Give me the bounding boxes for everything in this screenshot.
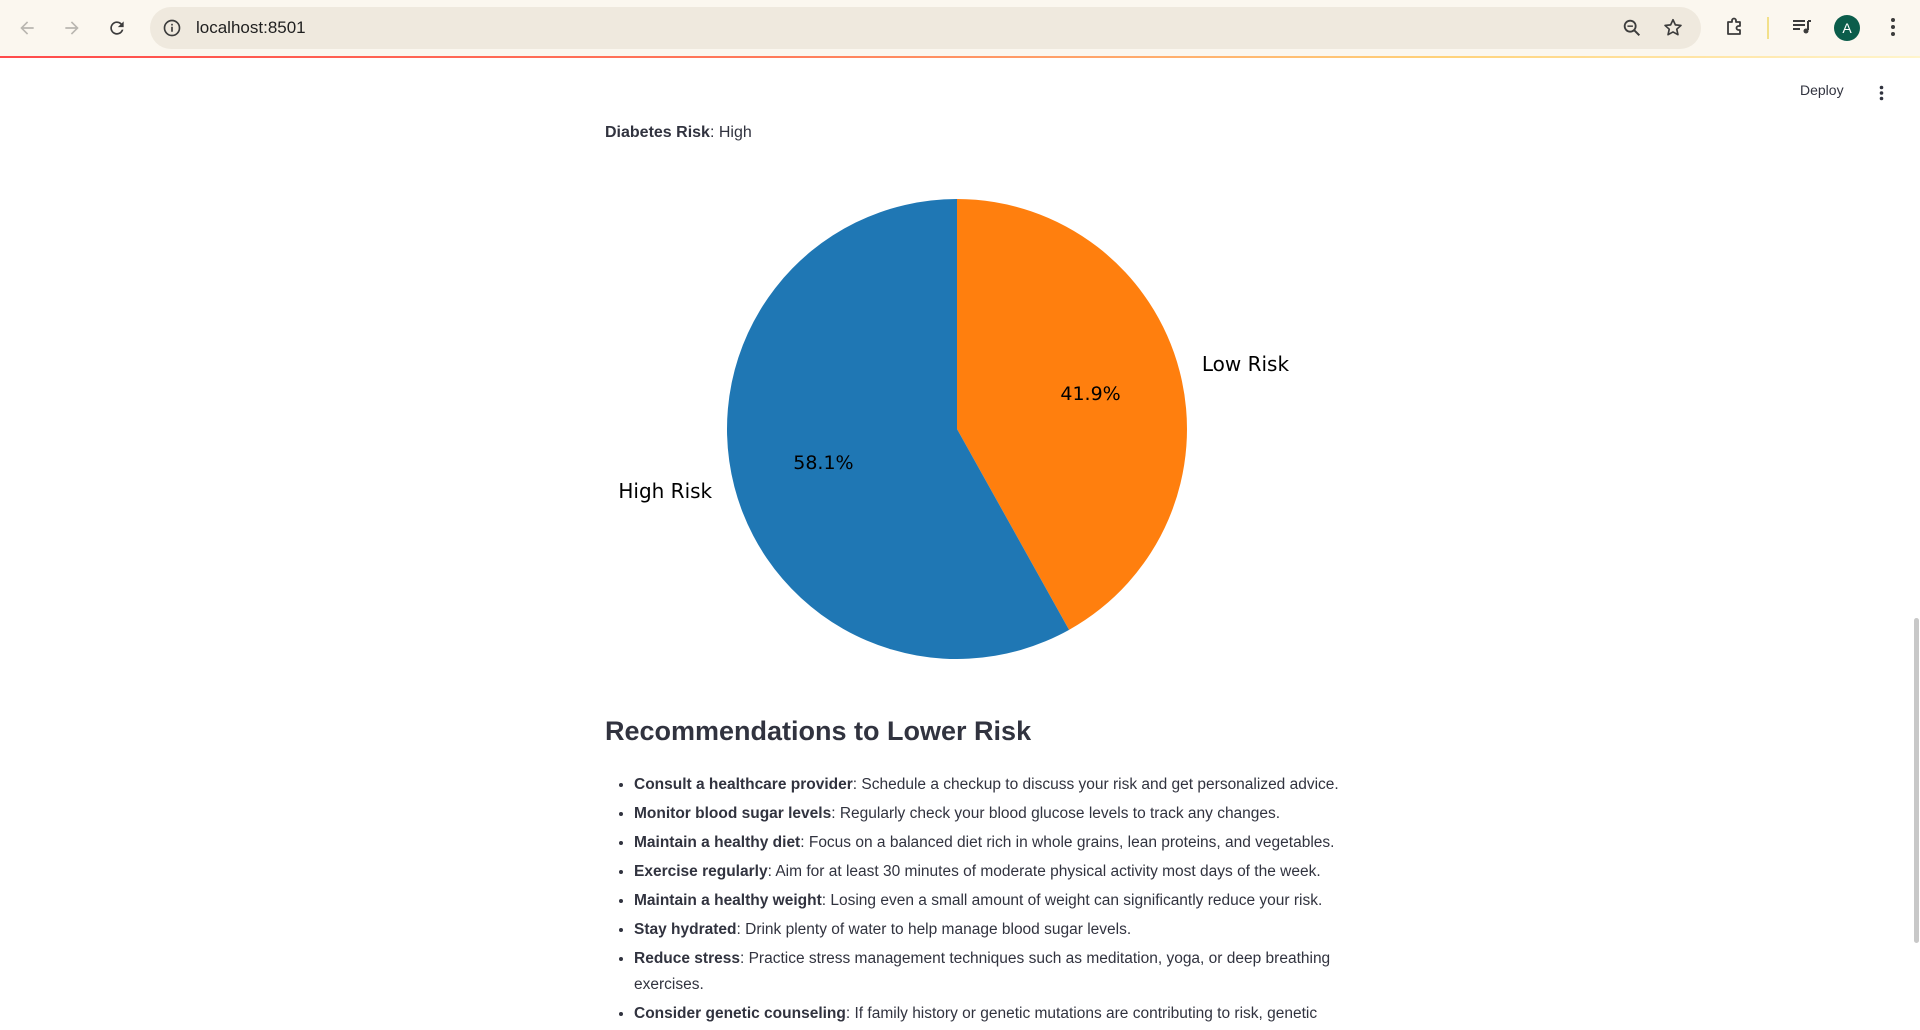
recommendations-title: Recommendations to Lower Risk <box>605 716 1032 746</box>
recommendation-text: : Regularly check your blood glucose lev… <box>831 805 1281 822</box>
recommendation-term: Consider genetic counseling <box>634 1005 846 1022</box>
app-menu-icon[interactable] <box>1872 83 1890 103</box>
forward-button[interactable] <box>54 10 90 46</box>
recommendation-term: Exercise regularly <box>634 863 768 880</box>
recommendation-item: Stay hydrated: Drink plenty of water to … <box>634 917 1354 943</box>
recommendation-item: Maintain a healthy diet: Focus on a bala… <box>634 830 1354 856</box>
loading-gradient-bar <box>0 56 1920 58</box>
url-text[interactable]: localhost:8501 <box>196 18 306 38</box>
zoom-icon[interactable] <box>1620 16 1644 40</box>
scrollbar-thumb[interactable] <box>1914 618 1919 943</box>
pie-percent-label: 58.1% <box>793 452 853 474</box>
extensions-icon[interactable] <box>1722 14 1748 40</box>
recommendation-item: Consider genetic counseling: If family h… <box>634 1001 1354 1027</box>
recommendation-term: Maintain a healthy diet <box>634 834 801 851</box>
recommendation-text: : Focus on a balanced diet rich in whole… <box>800 834 1335 851</box>
recommendation-text: : Losing even a small amount of weight c… <box>821 892 1323 909</box>
recommendation-item: Maintain a healthy weight: Losing even a… <box>634 888 1354 914</box>
risk-result: Diabetes Risk: High <box>605 124 752 142</box>
media-control-icon[interactable] <box>1789 14 1815 40</box>
risk-label: Diabetes Risk <box>605 124 710 141</box>
recommendation-term: Maintain a healthy weight <box>634 892 822 909</box>
recommendation-term: Consult a healthcare provider <box>634 776 853 793</box>
bookmark-star-icon[interactable] <box>1661 16 1685 40</box>
recommendation-term: Reduce stress <box>634 950 740 967</box>
more-vert-icon[interactable] <box>1880 14 1906 40</box>
forward-icon <box>65 21 79 35</box>
deploy-button[interactable]: Deploy <box>1800 82 1844 98</box>
recommendations-list: Consult a healthcare provider: Schedule … <box>605 772 1354 1030</box>
risk-value: High <box>718 124 752 141</box>
pie-svg: 41.9% Low Risk 58.1% High Risk <box>618 199 1290 660</box>
recommendation-text: : If family history or genetic mutations… <box>845 1005 1318 1022</box>
reload-button[interactable] <box>99 10 135 46</box>
pie-percent-label: 41.9% <box>1060 383 1120 405</box>
recommendation-item: Reduce stress: Practice stress managemen… <box>634 946 1354 998</box>
recommendation-item: Consult a healthcare provider: Schedule … <box>634 772 1354 798</box>
recommendation-text: : Schedule a checkup to discuss your ris… <box>852 776 1339 793</box>
recommendation-text: : Drink plenty of water to help manage b… <box>736 921 1132 938</box>
recommendation-item: Monitor blood sugar levels: Regularly ch… <box>634 801 1354 827</box>
pie-category-label: Low Risk <box>1202 352 1290 376</box>
pie-category-label: High Risk <box>618 479 712 503</box>
recommendation-term: Stay hydrated <box>634 921 737 938</box>
site-info-icon[interactable] <box>162 18 182 38</box>
recommendation-term: Monitor blood sugar levels <box>634 805 832 822</box>
recommendation-text: : Aim for at least 30 minutes of moderat… <box>767 863 1321 880</box>
risk-separator: : <box>709 124 719 141</box>
address-bar[interactable]: localhost:8501 <box>150 7 1701 49</box>
reload-icon <box>110 21 124 35</box>
back-button[interactable] <box>9 10 45 46</box>
back-icon <box>20 21 34 35</box>
toolbar-divider <box>1767 17 1769 39</box>
risk-pie-chart: 41.9% Low Risk 58.1% High Risk <box>605 160 1345 680</box>
profile-avatar[interactable]: A <box>1834 15 1860 41</box>
recommendation-item: Exercise regularly: Aim for at least 30 … <box>634 859 1354 885</box>
